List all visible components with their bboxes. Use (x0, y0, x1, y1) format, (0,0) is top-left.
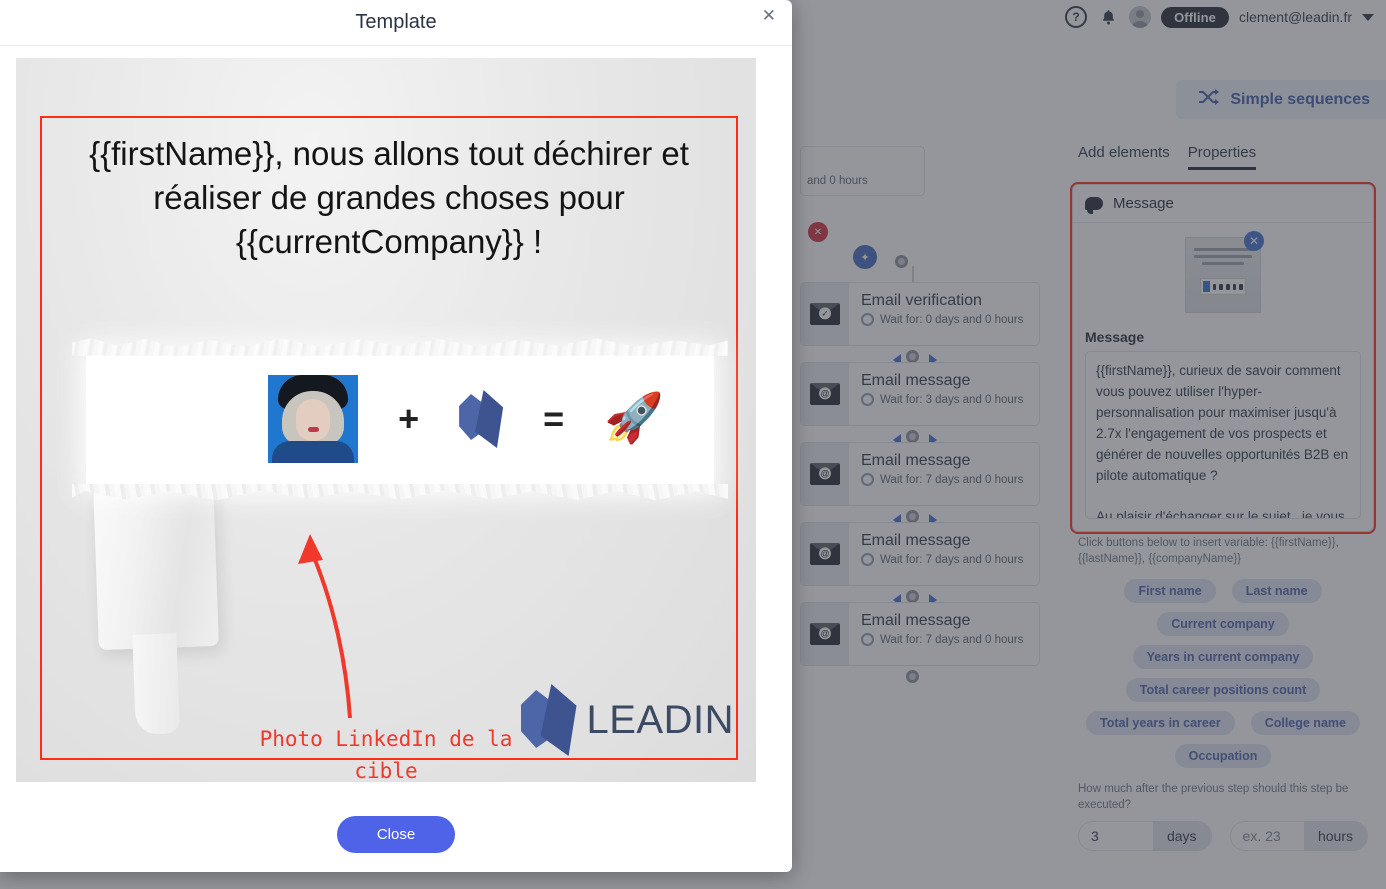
plus-operator: + (398, 398, 420, 439)
modal-footer: Close (0, 806, 792, 870)
template-equation-row: + = 🚀 (16, 358, 756, 480)
template-headline: {{firstName}}, nous allons tout déchirer… (89, 135, 689, 260)
leadin-logo-mark (520, 684, 577, 756)
leadin-logo-mark (459, 390, 504, 448)
rocket-emoji-icon: 🚀 (604, 392, 664, 445)
annotation-arrow-icon (298, 534, 352, 719)
modal-header: Template ✕ (0, 0, 792, 46)
template-annotation-text: Photo LinkedIn de la cible (259, 727, 513, 782)
equals-operator: = (543, 398, 565, 439)
linkedin-profile-photo (268, 375, 359, 463)
modal-body: {{firstName}}, nous allons tout déchirer… (0, 46, 792, 806)
close-button[interactable]: Close (336, 816, 456, 853)
template-preview-image: {{firstName}}, nous allons tout déchirer… (16, 58, 756, 782)
close-icon[interactable]: ✕ (762, 6, 776, 26)
leadin-brand-name: LEADIN (586, 697, 734, 742)
modal-title: Template (355, 11, 437, 33)
template-modal: Template ✕ {{firstName}}, nous allons to… (0, 0, 792, 872)
leadin-brand-lockup: LEADIN (520, 684, 735, 756)
